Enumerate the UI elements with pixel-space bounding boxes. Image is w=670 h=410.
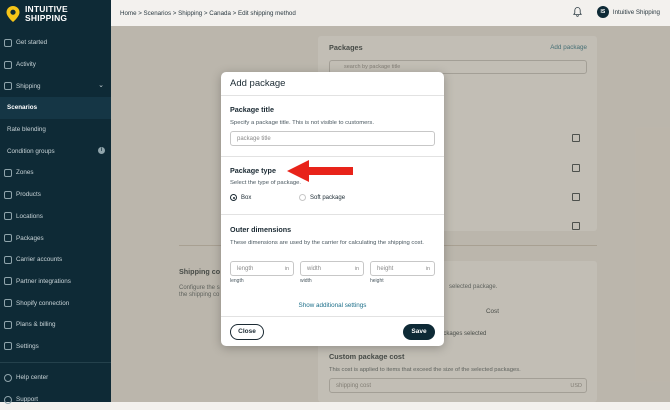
sidebar-item-label: Zones [16,169,34,177]
plug-icon [4,277,12,286]
modal-footer-divider [221,316,444,317]
bell-icon[interactable] [573,7,582,17]
gear-icon [4,342,12,351]
sidebar-item-packages[interactable]: Packages [0,227,111,249]
outer-dimensions-description: These dimensions are used by the carrier… [230,240,424,246]
annotation-arrow-icon [287,160,353,182]
outer-dimensions-section: Outer dimensions These dimensions are us… [221,215,444,310]
height-input[interactable]: height in [370,261,435,276]
sidebar-item-label: Carrier accounts [16,256,63,264]
sidebar-item-label: Packages [16,234,44,242]
close-button[interactable]: Close [230,324,264,340]
width-placeholder: width [307,266,322,272]
sidebar-item-products[interactable]: Products [0,184,111,206]
sidebar-item-label: Get started [16,39,48,47]
length-input[interactable]: length in [230,261,294,276]
sidebar-item-label: Partner integrations [16,277,71,285]
sidebar-item-support[interactable]: Support [0,389,111,410]
package-title-placeholder: package title [237,136,271,142]
sidebar-item-shipping[interactable]: Shipping ⌄ [0,75,111,97]
sidebar-item-label: Plans & billing [16,321,56,329]
sidebar-item-partner-integrations[interactable]: Partner integrations [0,271,111,293]
sidebar-item-shopify-connection[interactable]: Shopify connection [0,292,111,314]
height-unit: in [425,266,430,272]
top-bar: Home > Scenarios > Shipping > Canada > E… [111,0,670,26]
height-placeholder: height [377,266,394,272]
radio-selected-icon [230,194,237,201]
package-type-box-label: Box [241,194,252,201]
length-placeholder: length [237,266,254,272]
sidebar: INTUITIVE SHIPPING Get started Activity Sh… [0,0,111,404]
sidebar-divider [0,362,111,363]
package-type-soft-radio[interactable]: Soft package [299,194,345,201]
card-icon [4,320,12,329]
sidebar-item-get-started[interactable]: Get started [0,32,111,54]
package-type-soft-label: Soft package [310,194,346,201]
sidebar-item-scenarios[interactable]: Scenarios [0,97,111,119]
sidebar-item-label: Products [16,191,41,199]
sidebar-item-label: Locations [16,212,43,220]
sidebar-item-locations[interactable]: Locations [0,206,111,228]
sidebar-item-label: Activity [16,61,36,69]
user-name: Intuitive Shipping [612,8,660,16]
sidebar-item-carrier-accounts[interactable]: Carrier accounts [0,249,111,271]
truck-icon [4,255,12,264]
brand-name-line2: SHIPPING [25,13,68,23]
warehouse-icon [4,212,12,221]
package-type-box-radio[interactable]: Box [230,194,251,201]
width-unit: in [354,266,359,272]
breadcrumb[interactable]: Home > Scenarios > Shipping > Canada > E… [120,10,296,17]
avatar: IS [596,6,609,18]
sidebar-item-label: Shipping [16,82,41,90]
sidebar-item-condition-groups[interactable]: Condition groups i [0,140,111,162]
help-icon [4,373,12,382]
link-icon [4,299,12,308]
modal-title: Add package [221,72,444,96]
add-package-modal: Add package Package title Specify a pack… [221,72,444,346]
sidebar-item-label: Shopify connection [16,299,70,307]
brand-logo[interactable]: INTUITIVE SHIPPING [0,0,111,28]
sidebar-item-label: Help center [16,374,49,382]
activity-icon [4,60,12,69]
sidebar-item-zones[interactable]: Zones [0,162,111,184]
sidebar-item-label: Condition groups [7,147,55,155]
sidebar-item-label: Scenarios [7,104,38,112]
location-pin-icon [6,6,20,22]
package-title-heading: Package title [230,105,274,114]
user-menu[interactable]: IS Intuitive Shipping [596,6,660,18]
width-input[interactable]: width in [300,261,364,276]
sidebar-item-plans-billing[interactable]: Plans & billing [0,314,111,336]
chevron-down-icon[interactable]: ⌄ [98,81,104,89]
info-icon[interactable]: i [98,147,105,155]
sidebar-item-rate-blending[interactable]: Rate blending [0,119,111,141]
length-unit: in [284,266,289,272]
sidebar-item-settings[interactable]: Settings [0,336,111,358]
package-icon [4,234,12,243]
show-additional-settings-link[interactable]: Show additional settings [299,302,367,309]
width-label: width [300,278,312,284]
sidebar-item-label: Rate blending [7,126,46,134]
package-title-section: Package title Specify a package title. T… [221,96,444,157]
height-label: height [370,278,384,284]
truck-icon [4,82,12,91]
sidebar-item-label: Settings [16,342,39,350]
package-title-input[interactable]: package title [230,131,435,146]
outer-dimensions-heading: Outer dimensions [230,225,292,234]
package-title-description: Specify a package title. This is not vis… [230,120,374,126]
globe-icon [4,168,12,177]
save-button[interactable]: Save [403,324,435,340]
length-label: length [230,278,244,284]
radio-unselected-icon [299,194,306,201]
sidebar-item-activity[interactable]: Activity [0,54,111,76]
rocket-icon [4,38,12,47]
tag-icon [4,190,12,199]
sidebar-item-help-center[interactable]: Help center [0,367,111,389]
support-icon [4,395,12,404]
